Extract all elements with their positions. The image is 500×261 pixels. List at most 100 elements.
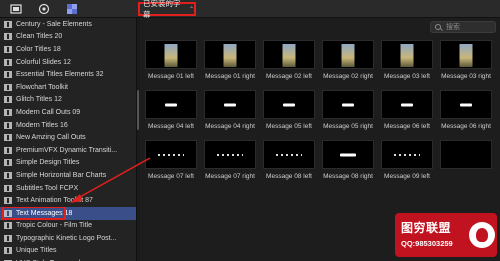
sidebar-item[interactable]: New Amzing Call Outs bbox=[0, 131, 136, 144]
clip-thumbnail bbox=[440, 140, 492, 169]
search-icon bbox=[435, 24, 441, 30]
title-clip[interactable]: Message 03 left bbox=[381, 40, 433, 80]
clip-label: Message 02 right bbox=[323, 73, 373, 80]
filter-label: 已安装的字幕 bbox=[143, 0, 181, 19]
installed-titles-filter[interactable]: 已安装的字幕 ⌃ bbox=[138, 0, 196, 19]
film-strip-icon bbox=[4, 159, 12, 167]
title-clip[interactable]: Message 07 left bbox=[145, 140, 197, 180]
sidebar-item-label: Simple Design Titles bbox=[16, 159, 80, 167]
clip-thumbnail bbox=[204, 40, 256, 69]
title-clip[interactable]: Message 08 right bbox=[322, 140, 374, 180]
sidebar-item[interactable]: Unique Titles bbox=[0, 245, 136, 258]
sidebar-item[interactable]: Color Titles 18 bbox=[0, 43, 136, 56]
title-clip[interactable]: Message 04 right bbox=[204, 90, 256, 130]
sidebar-item[interactable]: Subtitles Tool FCPX bbox=[0, 182, 136, 195]
sidebar-item[interactable]: Simple Design Titles bbox=[0, 157, 136, 170]
clip-label: Message 04 right bbox=[205, 123, 255, 130]
title-clip[interactable]: Message 03 right bbox=[440, 40, 492, 80]
title-clip[interactable] bbox=[440, 140, 492, 173]
film-strip-icon bbox=[4, 222, 12, 230]
clip-label: Message 05 right bbox=[323, 123, 373, 130]
sidebar-item[interactable]: Clean Titles 20 bbox=[0, 31, 136, 44]
watermark-badge: 图穷联盟 QQ:985303259 bbox=[395, 213, 497, 257]
sidebar-item-label: Subtitles Tool FCPX bbox=[16, 184, 79, 192]
effects-icon[interactable] bbox=[38, 3, 50, 15]
clip-label: Message 08 left bbox=[266, 173, 312, 180]
sidebar-item[interactable]: Text Animation Toolkit 87 bbox=[0, 194, 136, 207]
clip-thumbnail bbox=[322, 140, 374, 169]
clip-label: Message 07 right bbox=[205, 173, 255, 180]
sidebar-item-label: Essential Titles Elements 32 bbox=[16, 71, 104, 79]
themes-icon[interactable] bbox=[66, 3, 78, 15]
title-clip[interactable]: Message 05 left bbox=[263, 90, 315, 130]
sidebar-item-label: Glitch Titles 12 bbox=[16, 96, 62, 104]
clip-thumbnail bbox=[322, 90, 374, 119]
title-clip[interactable]: Message 08 left bbox=[263, 140, 315, 180]
clip-thumbnail bbox=[263, 90, 315, 119]
sidebar-item-label: Color Titles 18 bbox=[16, 45, 61, 53]
clip-thumbnail bbox=[440, 40, 492, 69]
sidebar-item[interactable]: Flowchart Toolkit bbox=[0, 81, 136, 94]
search-field[interactable]: 搜索 bbox=[430, 21, 496, 33]
title-clip[interactable]: Message 07 right bbox=[204, 140, 256, 180]
sidebar-item-label: Unique Titles bbox=[16, 247, 57, 255]
clip-thumbnail bbox=[204, 90, 256, 119]
sidebar-item[interactable]: Simple Horizontal Bar Charts bbox=[0, 169, 136, 182]
watermark-subtitle: QQ:985303259 bbox=[401, 239, 453, 248]
sidebar-item-label: Text Animation Toolkit 87 bbox=[16, 197, 93, 205]
sidebar-item-label: Flowchart Toolkit bbox=[16, 83, 69, 91]
clip-label: Message 03 right bbox=[441, 73, 491, 80]
sidebar-item[interactable]: Glitch Titles 12 bbox=[0, 94, 136, 107]
sidebar-item[interactable]: Text Messages 18 bbox=[0, 206, 136, 220]
film-strip-icon bbox=[4, 108, 12, 116]
title-clip[interactable]: Message 04 left bbox=[145, 90, 197, 130]
title-clip[interactable]: Message 09 left bbox=[381, 140, 433, 180]
clip-thumbnail bbox=[263, 140, 315, 169]
sidebar-item-label: New Amzing Call Outs bbox=[16, 134, 86, 142]
sidebar-item-label: PremiumVFX Dynamic Transiti... bbox=[16, 146, 118, 154]
sidebar-item[interactable]: Century - Sale Elements bbox=[0, 18, 136, 31]
film-strip-icon bbox=[4, 121, 12, 129]
sidebar-item[interactable]: Colorful Slides 12 bbox=[0, 56, 136, 69]
clip-thumbnail bbox=[440, 90, 492, 119]
sidebar-item-label: Clean Titles 20 bbox=[16, 33, 63, 41]
clip-label: Message 01 right bbox=[205, 73, 255, 80]
clip-label: Message 02 left bbox=[266, 73, 312, 80]
sidebar-item-label: Tropic Colour - Film Title bbox=[16, 222, 92, 230]
clip-label: Message 09 left bbox=[384, 173, 430, 180]
sidebar-item[interactable]: Tropic Colour - Film Title bbox=[0, 220, 136, 233]
sidebar-item-label: Typographic Kinetic Logo Post... bbox=[16, 234, 117, 242]
clip-thumbnail bbox=[145, 140, 197, 169]
clip-thumbnail bbox=[381, 90, 433, 119]
sidebar-item[interactable]: VHS Style Typography bbox=[0, 257, 136, 261]
clip-label: Message 06 right bbox=[441, 123, 491, 130]
title-clip[interactable]: Message 01 left bbox=[145, 40, 197, 80]
title-clip[interactable]: Message 06 left bbox=[381, 90, 433, 130]
sidebar-item[interactable]: Typographic Kinetic Logo Post... bbox=[0, 232, 136, 245]
titles-generators-icon[interactable] bbox=[10, 3, 22, 15]
sidebar-item[interactable]: Modern Call Outs 09 bbox=[0, 106, 136, 119]
title-clip[interactable]: Message 05 right bbox=[322, 90, 374, 130]
sidebar-scroll-thumb[interactable] bbox=[137, 90, 139, 130]
sidebar-item-label: Modern Call Outs 09 bbox=[16, 108, 81, 116]
fcpx-titles-browser: 已安装的字幕 ⌃ Century - Sale Elements Clean Ti… bbox=[0, 0, 500, 261]
film-strip-icon bbox=[4, 134, 12, 142]
film-strip-icon bbox=[4, 83, 12, 91]
title-clip[interactable]: Message 06 right bbox=[440, 90, 492, 130]
title-clip[interactable]: Message 01 right bbox=[204, 40, 256, 80]
film-strip-icon bbox=[4, 197, 12, 205]
film-strip-icon bbox=[4, 146, 12, 154]
sidebar-item[interactable]: Modern Titles 16 bbox=[0, 119, 136, 132]
title-clip[interactable]: Message 02 left bbox=[263, 40, 315, 80]
sidebar-item[interactable]: Essential Titles Elements 32 bbox=[0, 68, 136, 81]
clip-thumbnail bbox=[263, 40, 315, 69]
sidebar-item-label: Century - Sale Elements bbox=[16, 20, 92, 28]
film-strip-icon bbox=[4, 234, 12, 242]
search-placeholder: 搜索 bbox=[446, 24, 460, 31]
title-clip[interactable]: Message 02 right bbox=[322, 40, 374, 80]
sidebar-item-label: Colorful Slides 12 bbox=[16, 58, 71, 66]
title-category-list: Century - Sale Elements Clean Titles 20 Co… bbox=[0, 18, 136, 261]
clip-label: Message 01 left bbox=[148, 73, 194, 80]
sidebar-item[interactable]: PremiumVFX Dynamic Transiti... bbox=[0, 144, 136, 157]
clip-label: Message 04 left bbox=[148, 123, 194, 130]
